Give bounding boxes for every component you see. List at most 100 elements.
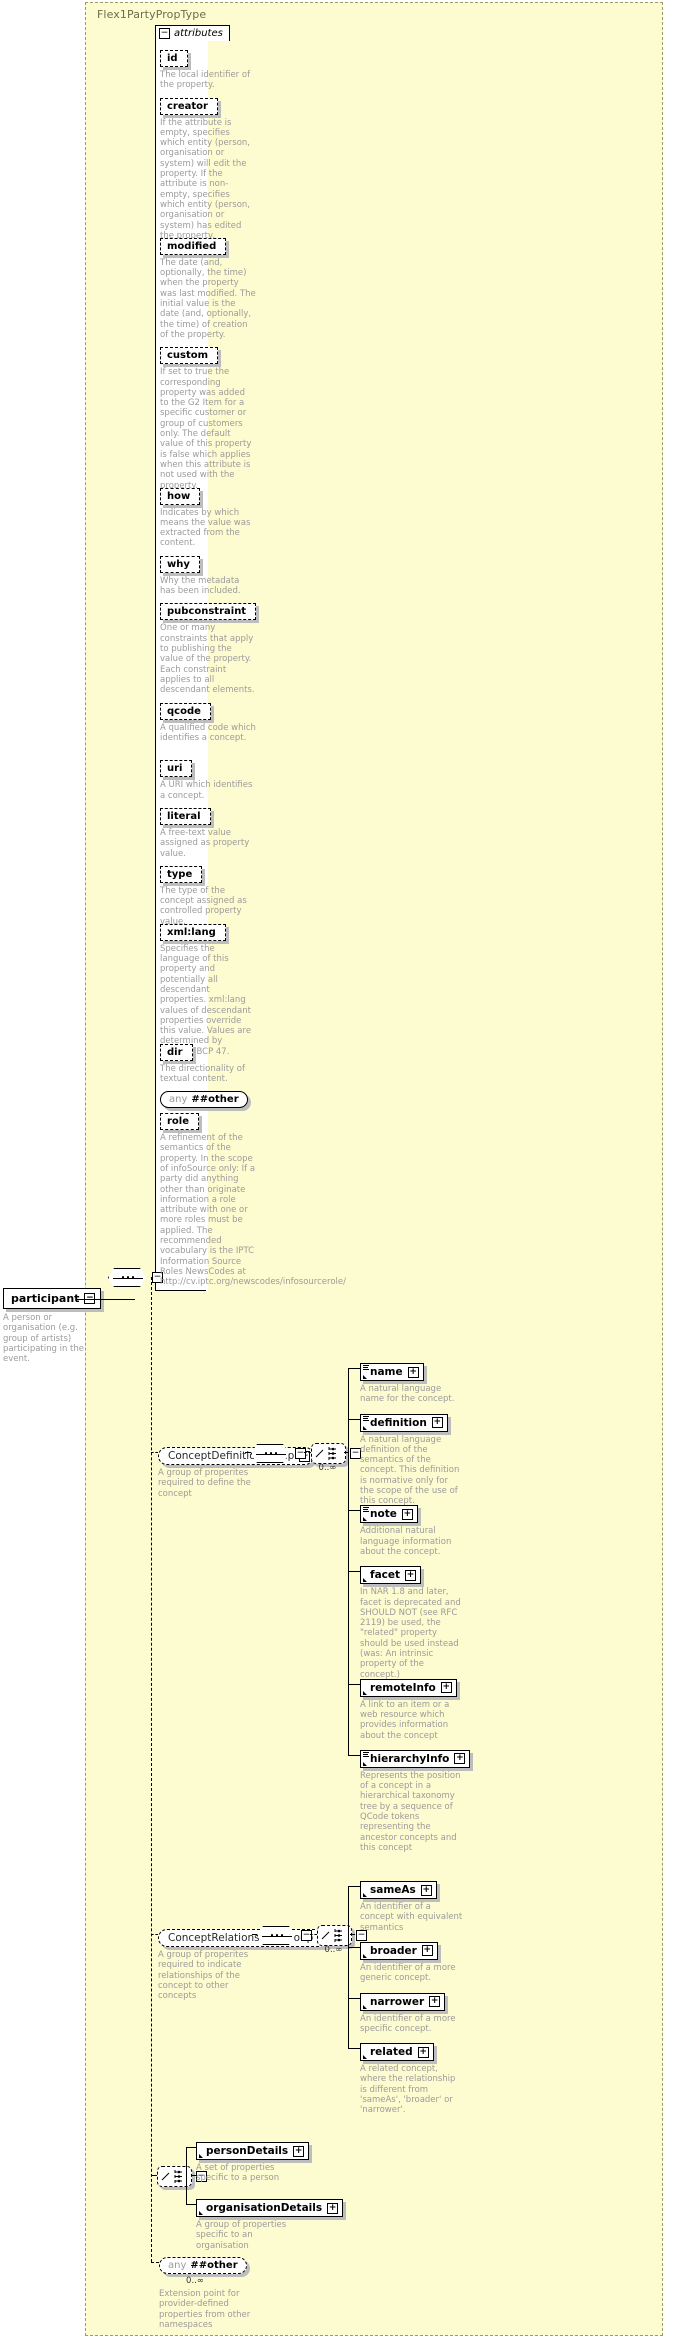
attribute-label: id <box>167 53 178 64</box>
minus-icon[interactable]: − <box>301 1930 312 1941</box>
plus-icon[interactable]: + <box>405 1569 417 1581</box>
group1-branch-line <box>151 1934 158 1935</box>
plus-icon[interactable]: + <box>407 1366 419 1378</box>
plus-icon[interactable]: + <box>327 2202 339 2214</box>
plus-icon[interactable]: + <box>420 1884 432 1896</box>
attributes-label: attributes <box>174 28 223 39</box>
element-persondetails[interactable]: personDetails + A set of properties specif… <box>196 2139 310 2184</box>
attribute-label: literal <box>167 811 201 822</box>
any-other-attribute[interactable]: any ##other <box>160 1091 248 1109</box>
element-facet[interactable]: facet + In NAR 1.8 and later, facet is dep… <box>360 1563 464 1680</box>
element-branch-line <box>348 2048 360 2050</box>
attribute-node[interactable]: qcode <box>160 702 211 720</box>
element-branch-line <box>348 1510 360 1512</box>
details-choice-to-children-line <box>191 2175 197 2176</box>
element-node[interactable]: narrower + <box>360 1992 446 2011</box>
plus-icon[interactable]: + <box>401 1508 413 1520</box>
attribute-node[interactable]: how <box>160 487 201 505</box>
element-label: personDetails <box>206 2145 289 2157</box>
attribute-node[interactable]: id <box>160 50 188 67</box>
element-node[interactable]: remoteInfo + <box>360 1678 457 1697</box>
attribute-node[interactable]: creator <box>160 97 218 115</box>
attribute-node[interactable]: xml:lang <box>160 923 226 941</box>
attribute-item: role A refinement of the semantics of the… <box>160 1109 346 1287</box>
reference-arrow-icon <box>362 1374 368 1379</box>
attribute-node[interactable]: custom <box>160 347 219 365</box>
element-definition[interactable]: definition + A natural language definition… <box>360 1411 464 1507</box>
element-name[interactable]: name + A natural language name for the con… <box>360 1360 464 1405</box>
element-description: A group of properties specific to an org… <box>196 2220 287 2251</box>
attribute-description: The directionality of textual content. <box>160 1063 245 1084</box>
plus-icon[interactable]: + <box>429 1996 441 2007</box>
attribute-label: why <box>167 558 190 570</box>
attribute-item: dir The directionality of textual content… <box>160 1040 256 1085</box>
element-node[interactable]: definition + <box>360 1413 448 1432</box>
any-other-node[interactable]: any ##other <box>159 2257 247 2274</box>
type-name-label: Flex1PartyPropType <box>97 8 207 21</box>
plus-icon[interactable]: + <box>431 1417 443 1429</box>
attribute-node[interactable]: literal <box>160 808 211 825</box>
element-label: related <box>370 2046 413 2059</box>
element-description: A link to an item or a web resource whic… <box>360 1699 450 1741</box>
element-node[interactable]: sameAs + <box>360 1881 437 1899</box>
group1-sequence-to-choice-line <box>310 1934 317 1935</box>
sequence-icon <box>257 1926 295 1945</box>
element-node[interactable]: related + <box>360 2043 434 2062</box>
element-broader[interactable]: broader + An identifier of a more generic … <box>360 1939 464 1984</box>
extension-occurrence: 0..∞ <box>186 2276 204 2286</box>
minus-icon[interactable]: − <box>295 1448 306 1459</box>
element-description: A natural language name for the concept. <box>360 1384 455 1405</box>
element-node[interactable]: facet + <box>360 1566 422 1585</box>
plus-icon[interactable]: + <box>454 1753 466 1765</box>
minus-icon[interactable]: − <box>159 28 170 39</box>
element-sameas[interactable]: sameAs + An identifier of a concept with e… <box>360 1878 464 1933</box>
attribute-label: creator <box>167 100 208 112</box>
element-branch-line <box>348 1418 360 1420</box>
element-narrower[interactable]: narrower + An identifier of a more specifi… <box>360 1990 464 2035</box>
attribute-node[interactable]: modified <box>160 237 227 255</box>
details-children-spine <box>186 2147 187 2204</box>
element-node[interactable]: note + <box>360 1505 418 1524</box>
attribute-node[interactable]: why <box>160 555 200 573</box>
element-node[interactable]: broader + <box>360 1941 438 1960</box>
plus-icon[interactable]: + <box>417 2046 429 2058</box>
reference-arrow-icon <box>362 2004 368 2009</box>
reference-arrow-icon <box>198 2153 204 2158</box>
any-namespace: ##other <box>191 1094 239 1106</box>
element-node[interactable]: organisationDetails + <box>196 2199 344 2217</box>
extension-any-other[interactable]: any ##other 0..∞ Extension point for provid… <box>159 2253 255 2330</box>
choice-icon <box>311 1443 346 1464</box>
attribute-description: If the attribute is empty, specifies whi… <box>160 117 250 241</box>
element-remoteinfo[interactable]: remoteInfo + A link to an item or a web re… <box>360 1676 464 1741</box>
element-node[interactable]: name + <box>360 1363 424 1381</box>
element-branch-line <box>348 1997 360 1999</box>
attribute-item: modified The date (and, optionally, the t… <box>160 234 256 340</box>
reference-arrow-icon <box>362 1953 368 1958</box>
choice-occurrence: 0..∞ <box>318 1463 337 1473</box>
group-branch-line <box>151 1452 158 1453</box>
element-organisationdetails[interactable]: organisationDetails + A group of propertie… <box>196 2196 344 2251</box>
element-node[interactable]: hierarchyInfo + <box>360 1749 471 1768</box>
attributes-tab[interactable]: − attributes <box>155 25 230 41</box>
element-branch-line <box>348 1754 360 1756</box>
attribute-label: dir <box>167 1046 183 1058</box>
sequence-to-choice-line <box>304 1452 311 1453</box>
element-note[interactable]: note + Additional natural language informa… <box>360 1502 464 1557</box>
attribute-node[interactable]: dir <box>160 1043 193 1061</box>
choice-to-children-line <box>344 1452 349 1453</box>
attribute-node[interactable]: type <box>160 865 203 883</box>
attribute-node[interactable]: uri <box>160 760 193 778</box>
plus-icon[interactable]: + <box>440 1682 452 1694</box>
attribute-item: xml:lang Specifies the language of this p… <box>160 920 256 1057</box>
root-sequence-compositor: − <box>108 1268 163 1287</box>
attribute-node[interactable]: role <box>160 1113 200 1131</box>
element-related[interactable]: related + A related concept, where the rel… <box>360 2040 464 2115</box>
plus-icon[interactable]: + <box>421 1945 433 1957</box>
element-hierarchyinfo[interactable]: hierarchyInfo + Represents the position of… <box>360 1747 471 1853</box>
element-node[interactable]: personDetails + <box>196 2142 310 2160</box>
plus-icon[interactable]: + <box>293 2145 305 2157</box>
attribute-node[interactable]: pubconstraint <box>160 603 257 621</box>
element-branch-line <box>186 2204 196 2205</box>
element-description: In NAR 1.8 and later, facet is deprecate… <box>360 1587 461 1680</box>
choice-icon <box>317 1925 352 1946</box>
